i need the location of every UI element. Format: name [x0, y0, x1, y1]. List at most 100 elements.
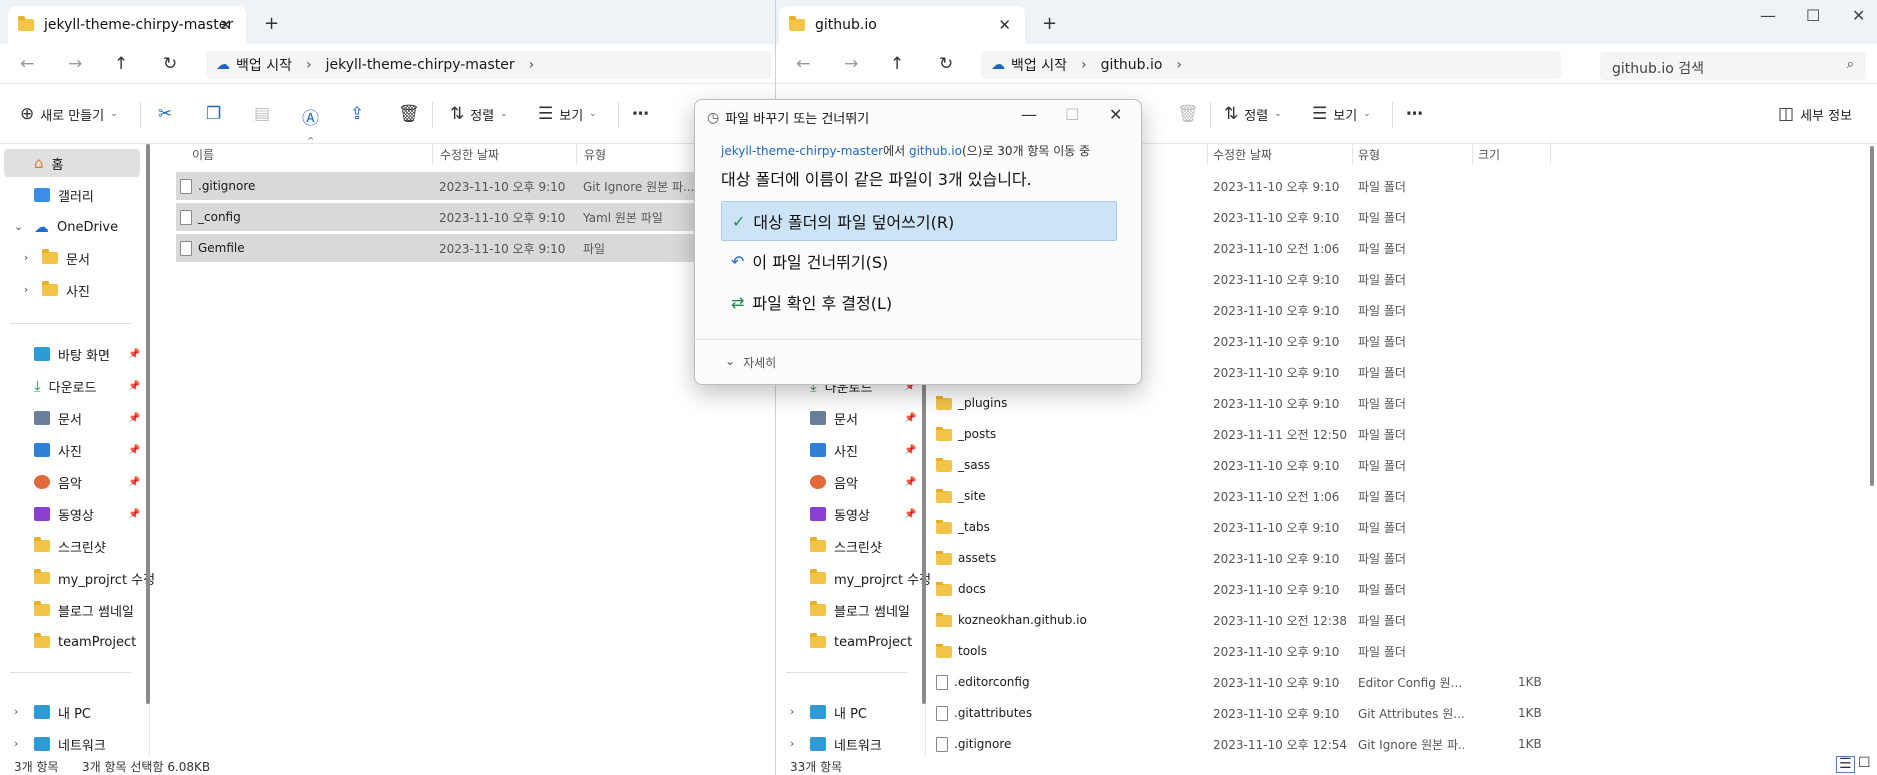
chevron-right-icon[interactable]: ›	[790, 705, 794, 718]
paste-icon[interactable]: ▤	[254, 104, 270, 124]
delete-icon[interactable]: 🗑	[1177, 104, 1199, 124]
column-header-size[interactable]: 크기	[1478, 146, 1500, 163]
sidebar-item-pictures[interactable]: 사진	[34, 436, 82, 464]
table-row[interactable]: .editorconfig 2023-11-10 오후 9:10 Editor Co…	[936, 668, 1556, 696]
sidebar-item-photos[interactable]: 사진	[42, 276, 90, 304]
new-tab-icon[interactable]: +	[264, 13, 279, 34]
breadcrumb[interactable]: ☁ 백업 시작 › github.io ›	[981, 51, 1561, 79]
sidebar-item-screenshots[interactable]: 스크린샷	[810, 532, 882, 560]
pin-icon[interactable]: 📌	[128, 413, 140, 424]
forward-icon[interactable]: →	[844, 54, 858, 74]
table-row[interactable]: tools 2023-11-10 오후 9:10 파일 폴더	[936, 637, 1556, 665]
breadcrumb-item[interactable]: 백업 시작	[236, 55, 292, 75]
minimize-icon[interactable]: —	[1760, 6, 1776, 25]
sidebar-item-screenshots[interactable]: 스크린샷	[34, 532, 106, 560]
sidebar-item-my-project[interactable]: my_projrct 수정	[810, 564, 931, 592]
maximize-icon[interactable]: ☐	[1806, 6, 1820, 25]
cut-icon[interactable]: ✂	[158, 104, 172, 124]
dest-folder-link[interactable]: github.io	[909, 144, 962, 158]
pin-icon[interactable]: 📌	[128, 477, 140, 488]
sidebar-scrollbar[interactable]	[146, 144, 150, 704]
table-row[interactable]: _tabs 2023-11-10 오후 9:10 파일 폴더	[936, 513, 1556, 541]
sidebar-item-network[interactable]: 네트워크	[34, 730, 106, 758]
column-divider[interactable]	[1472, 142, 1473, 164]
breadcrumb-item[interactable]: 백업 시작	[1011, 55, 1067, 75]
chevron-right-icon[interactable]: ›	[24, 283, 28, 296]
pin-icon[interactable]: 📌	[904, 509, 916, 520]
sidebar-item-videos[interactable]: 동영상	[810, 500, 870, 528]
breadcrumb-item[interactable]: jekyll-theme-chirpy-master	[326, 57, 515, 73]
column-header-type[interactable]: 유형	[584, 146, 606, 163]
view-button[interactable]: ☰ 보기 ⌄	[538, 104, 597, 124]
column-divider[interactable]	[432, 142, 433, 164]
details-view-icon[interactable]: ☰	[1836, 756, 1855, 773]
pin-icon[interactable]: 📌	[128, 349, 140, 360]
new-button[interactable]: ⊕ 새로 만들기 ⌄	[20, 104, 118, 124]
chevron-down-icon[interactable]: ⌄	[14, 220, 23, 233]
column-header-type[interactable]: 유형	[1358, 146, 1380, 163]
decide-option[interactable]: ⇄ 파일 확인 후 결정(L)	[721, 282, 1117, 322]
table-row[interactable]: _posts 2023-11-11 오전 12:50 파일 폴더	[936, 420, 1556, 448]
pin-icon[interactable]: 📌	[128, 509, 140, 520]
sidebar-item-this-pc[interactable]: 내 PC	[810, 698, 867, 726]
file-row[interactable]: Gemfile 2023-11-10 오후 9:10 파일	[176, 234, 696, 262]
table-row[interactable]: assets 2023-11-10 오후 9:10 파일 폴더	[936, 544, 1556, 572]
table-row[interactable]: docs 2023-11-10 오후 9:10 파일 폴더	[936, 575, 1556, 603]
view-button[interactable]: ☰ 보기 ⌄	[1312, 104, 1371, 124]
column-divider[interactable]	[1207, 142, 1208, 164]
breadcrumb[interactable]: ☁ 백업 시작 › jekyll-theme-chirpy-master ›	[206, 51, 772, 79]
close-tab-icon[interactable]: ✕	[998, 16, 1011, 34]
column-divider[interactable]	[576, 142, 577, 164]
sidebar-item-home[interactable]: ⌂ 홈	[4, 149, 140, 177]
pin-icon[interactable]: 📌	[128, 445, 140, 456]
more-icon[interactable]: ⋯	[1406, 104, 1423, 124]
up-icon[interactable]: ↑	[114, 54, 128, 74]
close-dialog-icon[interactable]: ✕	[1109, 105, 1122, 124]
column-header-name[interactable]: 이름	[192, 146, 214, 163]
refresh-icon[interactable]: ↻	[163, 54, 177, 74]
table-row[interactable]: .gitattributes 2023-11-10 오후 9:10 Git Attr…	[936, 699, 1556, 727]
chevron-right-icon[interactable]: ›	[790, 737, 794, 750]
chevron-right-icon[interactable]: ›	[14, 705, 18, 718]
up-icon[interactable]: ↑	[890, 54, 904, 74]
back-icon[interactable]: ←	[796, 54, 810, 74]
close-tab-icon[interactable]: ✕	[219, 16, 232, 34]
sidebar-item-network[interactable]: 네트워크	[810, 730, 882, 758]
overwrite-option[interactable]: ✓ 대상 폴더의 파일 덮어쓰기(R)	[721, 201, 1117, 241]
delete-icon[interactable]: 🗑	[398, 104, 420, 124]
sidebar-item-pictures[interactable]: 사진	[810, 436, 858, 464]
sidebar-item-docs[interactable]: 문서	[42, 244, 90, 272]
sidebar-item-onedrive[interactable]: ☁ OneDrive	[34, 213, 118, 241]
right-tab[interactable]: github.io ✕	[779, 6, 1025, 44]
chevron-right-icon[interactable]: ›	[14, 737, 18, 750]
more-icon[interactable]: ⋯	[632, 104, 649, 124]
left-tab[interactable]: jekyll-theme-chirpy-master ✕	[8, 6, 246, 44]
pin-icon[interactable]: 📌	[904, 413, 916, 424]
sidebar-item-this-pc[interactable]: 내 PC	[34, 698, 91, 726]
sidebar-item-music[interactable]: 음악	[34, 468, 82, 496]
share-icon[interactable]: ⇪	[350, 104, 364, 124]
column-header-date[interactable]: 수정한 날짜	[1213, 146, 1272, 163]
tiles-view-icon[interactable]: ☐	[1858, 756, 1871, 771]
sidebar-item-downloads[interactable]: ⤓ 다운로드	[34, 372, 96, 400]
file-row[interactable]: _config 2023-11-10 오후 9:10 Yaml 원본 파일	[176, 203, 696, 231]
sidebar-item-team-project[interactable]: teamProject	[810, 628, 912, 656]
forward-icon[interactable]: →	[68, 54, 82, 74]
sidebar-item-videos[interactable]: 동영상	[34, 500, 94, 528]
breadcrumb-item[interactable]: github.io	[1101, 57, 1163, 73]
details-toggle[interactable]: ⌄ 자세히	[725, 354, 776, 371]
sidebar-item-documents[interactable]: 문서	[34, 404, 82, 432]
sidebar-item-team-project[interactable]: teamProject	[34, 628, 136, 656]
minimize-icon[interactable]: —	[1021, 105, 1037, 124]
column-header-date[interactable]: 수정한 날짜	[440, 146, 499, 163]
list-scrollbar[interactable]	[1870, 146, 1874, 486]
refresh-icon[interactable]: ↻	[939, 54, 953, 74]
source-folder-link[interactable]: jekyll-theme-chirpy-master	[721, 144, 883, 158]
skip-option[interactable]: ↶ 이 파일 건너뛰기(S)	[721, 241, 1117, 281]
sidebar-item-blog-thumbnail[interactable]: 블로그 썸네일	[34, 596, 134, 624]
copy-icon[interactable]: ❐	[206, 104, 221, 124]
sidebar-item-desktop[interactable]: 바탕 화면	[34, 340, 110, 368]
table-row[interactable]: kozneokhan.github.io 2023-11-10 오전 12:38 파…	[936, 606, 1556, 634]
details-pane-button[interactable]: ◫ 세부 정보	[1778, 104, 1852, 124]
sidebar-item-blog-thumbnail[interactable]: 블로그 썸네일	[810, 596, 910, 624]
